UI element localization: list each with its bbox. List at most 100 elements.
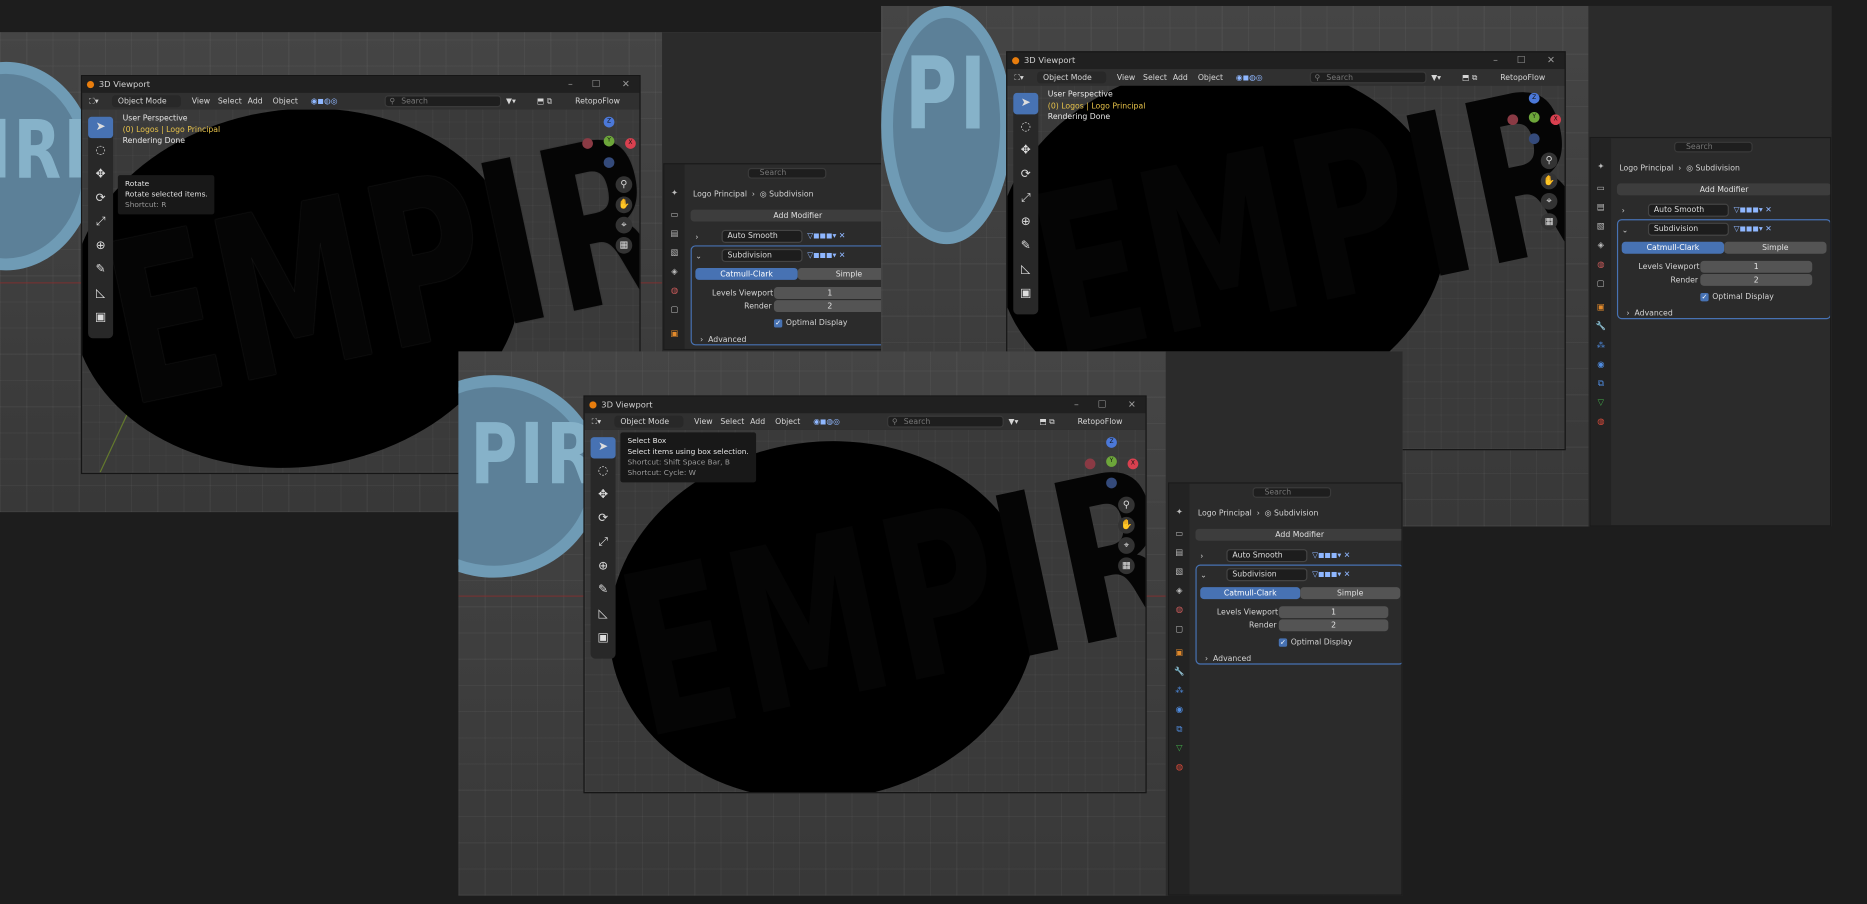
filter-icon[interactable]: ▼▾ xyxy=(506,93,516,110)
camera-icon[interactable]: ⌖ xyxy=(615,216,633,234)
particles-tab-icon[interactable]: ⁂ xyxy=(1174,686,1185,697)
tool-tab-icon[interactable]: ✦ xyxy=(1174,507,1185,518)
editor-type-icon[interactable]: ⛶▾ xyxy=(1014,69,1023,86)
constraints-tab-icon[interactable]: ⧉ xyxy=(1596,379,1607,390)
menu-select[interactable]: Select xyxy=(1143,69,1167,86)
camera-icon[interactable]: ⌖ xyxy=(1118,537,1135,554)
modifier-name-auto-smooth[interactable]: Auto Smooth xyxy=(721,229,803,243)
addon-menu[interactable]: RetopoFlow xyxy=(575,93,620,110)
material-tab-icon[interactable]: ◍ xyxy=(1596,417,1607,428)
tab-simple[interactable]: Simple xyxy=(1300,587,1401,600)
scene-tab-icon[interactable]: ◈ xyxy=(669,267,680,278)
gizmo-neg-x-axis[interactable] xyxy=(1507,114,1519,126)
minimize-icon[interactable]: – xyxy=(1074,397,1079,414)
editor-type-icon[interactable]: ⛶▾ xyxy=(89,93,98,110)
filter-icon[interactable]: ▼▾ xyxy=(1009,413,1019,430)
menu-object[interactable]: Object xyxy=(273,93,298,110)
minimize-icon[interactable]: – xyxy=(1493,52,1498,69)
optimal-display-checkbox[interactable]: ✓ Optimal Display xyxy=(1278,636,1352,648)
modifier-tab-icon[interactable]: 🔧 xyxy=(1596,322,1607,333)
modifier-toggle-icons[interactable]: ▽◼◼◼▾ ✕ xyxy=(1312,568,1350,581)
gizmo-y-axis[interactable]: Y xyxy=(1528,111,1540,123)
measure-tool-icon[interactable]: ◺ xyxy=(88,283,113,304)
tab-catmull-clark[interactable]: Catmull-Clark xyxy=(1200,587,1301,600)
annotate-tool-icon[interactable]: ✎ xyxy=(591,580,616,601)
gizmo-z-axis[interactable]: Z xyxy=(1106,437,1117,448)
ortho-grid-icon[interactable]: ▦ xyxy=(615,237,633,254)
output-tab-icon[interactable]: ▤ xyxy=(1596,202,1607,213)
menu-view[interactable]: View xyxy=(694,413,712,430)
render-levels-field[interactable]: 2 xyxy=(1278,619,1389,632)
menu-add[interactable]: Add xyxy=(750,413,765,430)
cursor-tool-icon[interactable]: ◌ xyxy=(1013,117,1038,138)
optimal-display-checkbox[interactable]: ✓ Optimal Display xyxy=(1700,291,1774,303)
collection-tab-icon[interactable]: ▢ xyxy=(1174,624,1185,635)
world-tab-icon[interactable]: ◍ xyxy=(1596,260,1607,271)
menu-view[interactable]: View xyxy=(192,93,210,110)
view-layer-tab-icon[interactable]: ▧ xyxy=(1174,567,1185,578)
cursor-tool-icon[interactable]: ◌ xyxy=(88,141,113,162)
move-tool-icon[interactable]: ✥ xyxy=(88,164,113,185)
gizmo-z-axis[interactable]: Z xyxy=(1528,92,1540,104)
close-icon[interactable]: ✕ xyxy=(1547,52,1555,69)
add-cube-tool-icon[interactable]: ▣ xyxy=(88,307,113,328)
modifier-name-auto-smooth[interactable]: Auto Smooth xyxy=(1647,203,1729,217)
transform-tool-icon[interactable]: ⊕ xyxy=(88,236,113,257)
scene-tab-icon[interactable]: ◈ xyxy=(1174,586,1185,597)
tool-tab-icon[interactable]: ✦ xyxy=(669,188,680,199)
shading-icons[interactable]: ◉◼◍◎ xyxy=(311,93,338,110)
maximize-icon[interactable]: ☐ xyxy=(592,76,601,93)
render-tab-icon[interactable]: ▭ xyxy=(1174,529,1185,540)
advanced-panel-header[interactable]: › Advanced xyxy=(1626,307,1672,319)
levels-viewport-field[interactable]: 1 xyxy=(1700,260,1813,273)
view-layer-tab-icon[interactable]: ▧ xyxy=(1596,222,1607,233)
levels-viewport-field[interactable]: 1 xyxy=(1278,606,1389,619)
modifier-tab-icon[interactable]: 🔧 xyxy=(1174,667,1185,678)
editor-type-icon[interactable]: ⛶▾ xyxy=(592,413,601,430)
render-levels-field[interactable]: 2 xyxy=(1700,273,1813,286)
shading-icons[interactable]: ◉◼◍◎ xyxy=(1236,69,1263,86)
gizmo-x-axis[interactable]: X xyxy=(1127,458,1139,470)
camera-icon[interactable]: ⌖ xyxy=(1540,192,1558,210)
ortho-grid-icon[interactable]: ▦ xyxy=(1118,557,1135,575)
minimize-icon[interactable]: – xyxy=(568,76,573,93)
shading-icons[interactable]: ◉◼◍◎ xyxy=(813,413,840,430)
modifier-name-subdivision[interactable]: Subdivision xyxy=(721,248,803,263)
gizmo-y-axis[interactable]: Y xyxy=(603,135,615,147)
modifier-toggle-icons[interactable]: ▽◼◼◼▾ ✕ xyxy=(1734,204,1772,217)
zoom-icon[interactable]: ⚲ xyxy=(1118,496,1135,514)
data-tab-icon[interactable]: ▽ xyxy=(1596,398,1607,409)
zoom-icon[interactable]: ⚲ xyxy=(1540,152,1558,170)
modifier-toggle-icons[interactable]: ▽◼◼◼▾ ✕ xyxy=(807,249,845,262)
pan-hand-icon[interactable]: ✋ xyxy=(615,196,633,214)
rotate-tool-icon[interactable]: ⟳ xyxy=(591,509,616,530)
tab-catmull-clark[interactable]: Catmull-Clark xyxy=(1621,241,1725,254)
scene-tab-icon[interactable]: ◈ xyxy=(1596,241,1607,252)
maximize-icon[interactable]: ☐ xyxy=(1098,397,1107,414)
visibility-icons[interactable]: ⬒ ⧉ xyxy=(537,93,552,110)
annotate-tool-icon[interactable]: ✎ xyxy=(1013,236,1038,257)
scale-tool-icon[interactable]: ⤢ xyxy=(88,212,113,233)
menu-add[interactable]: Add xyxy=(1173,69,1188,86)
pan-hand-icon[interactable]: ✋ xyxy=(1118,516,1135,534)
menu-add[interactable]: Add xyxy=(248,93,263,110)
modifier-name-auto-smooth[interactable]: Auto Smooth xyxy=(1226,549,1308,563)
add-modifier-button[interactable]: Add Modifier xyxy=(690,209,904,222)
rotate-tool-icon[interactable]: ⟳ xyxy=(1013,164,1038,185)
viewport-canvas[interactable]: EMPIRE ➤ ◌ ✥ ⟳ ⤢ ⊕ ✎ ◺ ▣ Select Box Sele… xyxy=(584,429,1146,793)
viewport-window[interactable]: 3D Viewport – ☐ ✕ ⛶▾ Object Mode View Se… xyxy=(583,395,1147,794)
gizmo-neg-z-axis[interactable] xyxy=(603,157,615,168)
object-tab-icon[interactable]: ▣ xyxy=(1174,648,1185,659)
filter-icon[interactable]: ▼▾ xyxy=(1431,69,1441,86)
constraints-tab-icon[interactable]: ⧉ xyxy=(1174,724,1185,735)
modifier-name-subdivision[interactable]: Subdivision xyxy=(1226,568,1308,582)
pan-hand-icon[interactable]: ✋ xyxy=(1540,172,1558,190)
modifier-toggle-icons[interactable]: ▽◼◼◼▾ ✕ xyxy=(807,230,845,243)
render-tab-icon[interactable]: ▭ xyxy=(1596,183,1607,194)
maximize-icon[interactable]: ☐ xyxy=(1517,52,1526,69)
gizmo-neg-x-axis[interactable] xyxy=(582,138,593,149)
menu-object[interactable]: Object xyxy=(1198,69,1223,86)
annotate-tool-icon[interactable]: ✎ xyxy=(88,260,113,281)
select-tool-icon[interactable]: ➤ xyxy=(1013,92,1039,115)
add-modifier-button[interactable]: Add Modifier xyxy=(1616,183,1831,196)
